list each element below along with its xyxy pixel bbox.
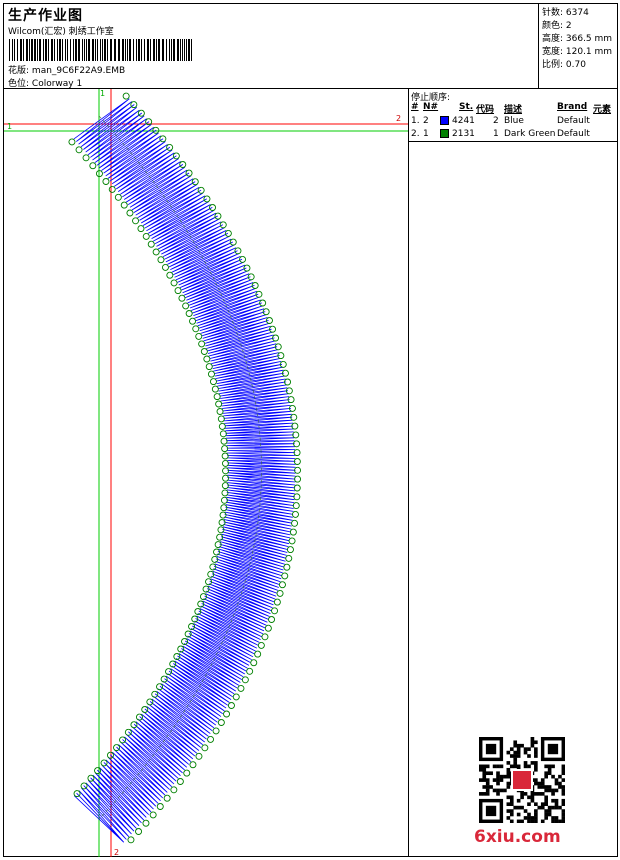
h-marker-right: 2 <box>396 114 401 123</box>
row-brand: Default <box>557 116 590 126</box>
colorway-name: Colorway 1 <box>31 79 83 89</box>
col-needle: N# <box>423 102 439 112</box>
stitch-count: 针数: 6374 <box>542 8 589 18</box>
v-marker-top: 1 <box>100 89 105 98</box>
design-file-name: man_9C6F22A9.EMB <box>31 66 126 76</box>
row-code: 2 <box>493 116 499 126</box>
v-marker-bottom: 2 <box>114 848 119 857</box>
stats-panel: 针数: 6374 颜色: 2 高度: 366.5 mm 宽度: 120.1 mm… <box>539 3 618 89</box>
col-stitches: St. <box>459 102 474 112</box>
h-marker-left: 1 <box>7 122 12 131</box>
design-file-row: 花版: man_9C6F22A9.EMB <box>8 63 125 76</box>
row-stitches: 2131 <box>452 129 475 139</box>
thread-color-swatch <box>440 129 449 138</box>
header-panel: 生产作业图 Wilcom(汇宏) 刺绣工作室 花版: man_9C6F22A9.… <box>3 3 539 89</box>
row-index: 1. <box>411 116 420 126</box>
design-file-label: 花版: <box>8 66 30 76</box>
color-count: 颜色: 2 <box>542 21 572 31</box>
design-width: 宽度: 120.1 mm <box>542 47 613 57</box>
design-preview: 1 2 1 2 <box>4 89 408 857</box>
embroidery-canvas: 1 2 1 2 <box>4 89 408 857</box>
col-brand: Brand <box>557 102 588 112</box>
col-description: 描述 <box>504 105 523 115</box>
guide-lines: 1 2 1 2 <box>4 89 408 857</box>
page-title: 生产作业图 <box>8 8 83 24</box>
colorway-label: 色位: <box>8 79 30 89</box>
col-element: 元素 <box>593 105 612 115</box>
colorway-row: 色位: Colorway 1 <box>8 76 82 89</box>
blue-satin-stitches <box>73 98 296 843</box>
qr-code <box>479 737 565 823</box>
col-code: 代码 <box>476 105 495 115</box>
row-description: Dark Green <box>504 129 556 139</box>
row-code: 1 <box>493 129 499 139</box>
row-brand: Default <box>557 129 590 139</box>
design-height: 高度: 366.5 mm <box>542 34 613 44</box>
design-scale: 比例: 0.70 <box>542 60 586 70</box>
embroidery-stitches <box>68 92 301 844</box>
stamp-seal <box>513 771 531 789</box>
col-index: # <box>411 102 419 112</box>
row-needle: 2 <box>423 116 429 126</box>
table-divider <box>409 141 618 142</box>
studio-subtitle: Wilcom(汇宏) 刺绣工作室 <box>8 27 114 37</box>
thread-color-swatch <box>440 116 449 125</box>
row-needle: 1 <box>423 129 429 139</box>
watermark-logo: 6xiu.com <box>474 827 561 847</box>
row-index: 2. <box>411 129 420 139</box>
barcode <box>9 39 192 61</box>
row-description: Blue <box>504 116 524 126</box>
row-stitches: 4241 <box>452 116 475 126</box>
